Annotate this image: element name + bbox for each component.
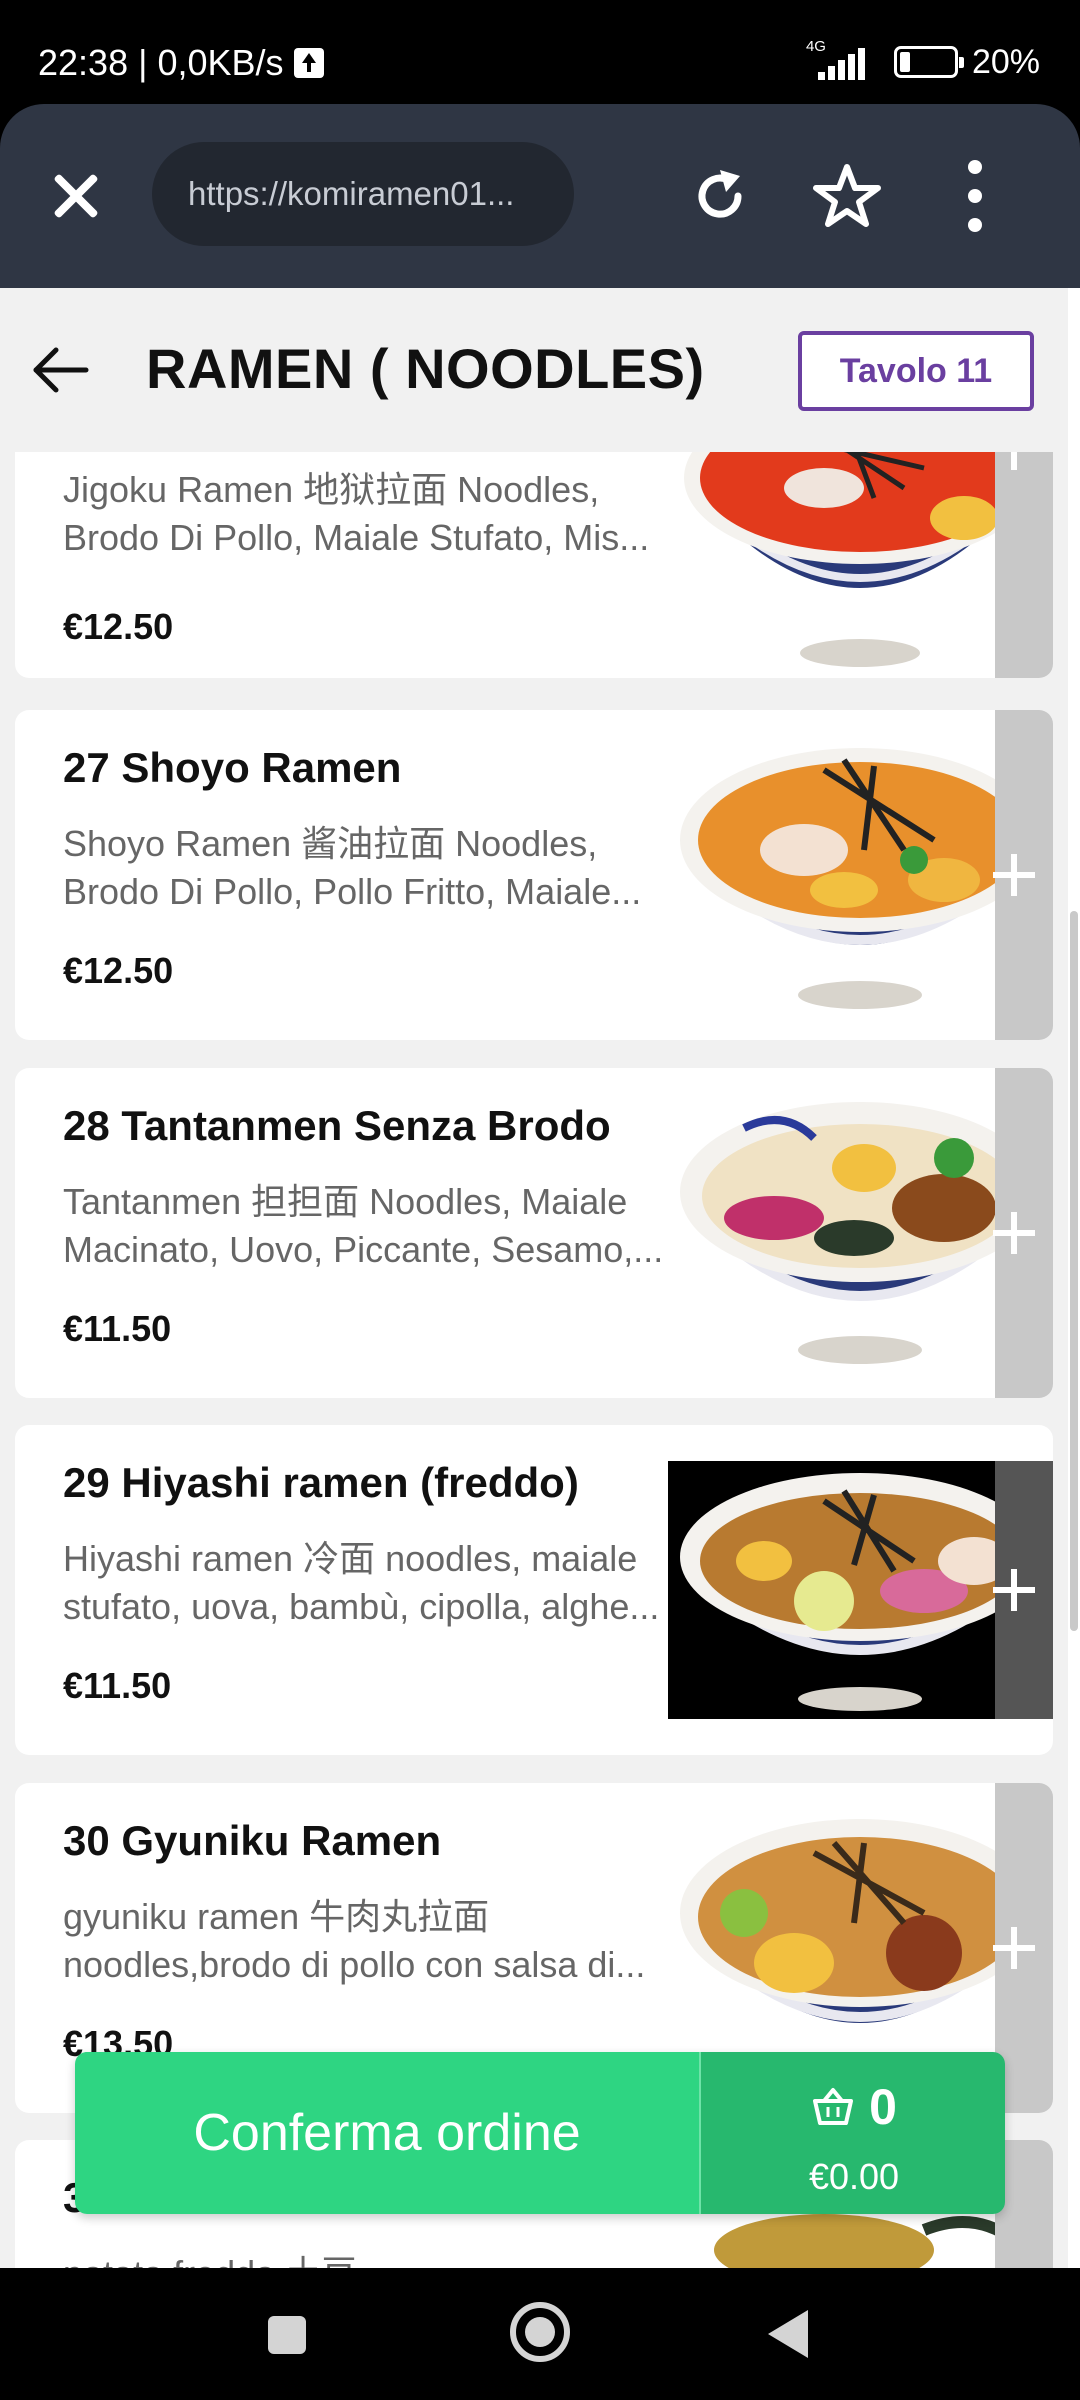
- plus-icon[interactable]: [989, 850, 1039, 900]
- cart-total: €0.00: [808, 2156, 900, 2197]
- plus-icon[interactable]: [989, 1923, 1039, 1973]
- item-name: 27 Shoyo Ramen: [63, 744, 402, 791]
- close-icon[interactable]: [44, 164, 108, 228]
- plus-icon[interactable]: [989, 452, 1039, 474]
- item-image: [668, 2210, 1050, 2268]
- order-bar: Conferma ordine 0 €0.00: [75, 2052, 1005, 2214]
- item-price: €11.50: [63, 1308, 172, 1349]
- item-image: [668, 452, 1050, 678]
- reload-icon[interactable]: [688, 164, 752, 228]
- plus-icon[interactable]: [989, 1565, 1039, 1615]
- scrollbar[interactable]: [1070, 911, 1078, 1631]
- item-description: gyuniku ramen 牛肉丸拉面 noodles,brodo di pol…: [63, 1896, 646, 1985]
- battery-icon: [893, 46, 964, 78]
- signal-icon: 4G: [806, 38, 880, 82]
- back-icon[interactable]: [768, 2310, 808, 2358]
- browser-toolbar: https://komiramen01...: [0, 104, 1080, 288]
- item-price: €11.50: [63, 1665, 172, 1706]
- battery-percent: 20%: [971, 42, 1040, 81]
- item-description: Hiyashi ramen 冷面 noodles, maiale stufato…: [63, 1538, 660, 1627]
- item-name: 29 Hiyashi ramen (freddo): [63, 1459, 579, 1506]
- system-nav-bar: [0, 2268, 1080, 2400]
- add-column[interactable]: [995, 452, 1053, 678]
- item-description: Jigoku Ramen 地狱拉面 Noodles, Brodo Di Poll…: [63, 469, 650, 558]
- battery-level: [899, 52, 910, 72]
- table-badge[interactable]: Tavolo 11: [798, 331, 1034, 411]
- menu-item-card[interactable]: 28 Tantanmen Senza Brodo Tantanmen 担担面 N…: [15, 1068, 1053, 1398]
- menu-item-card[interactable]: 29 Hiyashi ramen (freddo) Hiyashi ramen …: [15, 1425, 1053, 1755]
- menu-item-card[interactable]: Jigoku Ramen 地狱拉面 Noodles, Brodo Di Poll…: [15, 452, 1053, 678]
- basket-icon: [813, 2088, 854, 2125]
- back-arrow-icon[interactable]: [28, 338, 92, 402]
- page-title: RAMEN ( NOODLES): [146, 337, 705, 400]
- item-name: 28 Tantanmen Senza Brodo: [63, 1102, 611, 1149]
- recents-icon[interactable]: [268, 2316, 306, 2354]
- cart-summary[interactable]: 0 €0.00: [699, 2052, 1005, 2214]
- menu-page: RAMEN ( NOODLES) Tavolo 11 Jigoku Ramen …: [0, 288, 1080, 2268]
- home-icon[interactable]: [510, 2302, 570, 2362]
- menu-item-card[interactable]: 27 Shoyo Ramen Shoyo Ramen 酱油拉面 Noodles,…: [15, 710, 1053, 1040]
- item-price: €12.50: [63, 950, 174, 991]
- upload-icon: [293, 48, 324, 78]
- menu-list[interactable]: Jigoku Ramen 地狱拉面 Noodles, Brodo Di Poll…: [0, 452, 1068, 2268]
- item-price: €12.50: [63, 606, 174, 647]
- item-description: Tantanmen 担担面 Noodles, Maiale Macinato, …: [63, 1181, 664, 1270]
- star-icon[interactable]: [812, 162, 882, 230]
- ramen-bowl-image: [684, 452, 1036, 667]
- url-field[interactable]: https://komiramen01...: [152, 142, 574, 246]
- item-name: 30 Gyuniku Ramen: [63, 1817, 442, 1864]
- more-vert-icon[interactable]: [958, 160, 992, 232]
- item-description: Shoyo Ramen 酱油拉面 Noodles, Brodo Di Pollo…: [63, 823, 642, 912]
- cart-count: 0: [869, 2079, 897, 2135]
- status-bar: 22:38 | 0,0KB/s 4G 20%: [0, 0, 1080, 104]
- confirm-order-button[interactable]: Conferma ordine: [75, 2052, 699, 2214]
- patata-image: [714, 2214, 1018, 2268]
- plus-icon[interactable]: [989, 1208, 1039, 1258]
- category-header: RAMEN ( NOODLES) Tavolo 11: [0, 288, 1068, 452]
- item-description: patata fredda 土豆: [63, 2250, 685, 2268]
- status-time-speed: 22:38 | 0,0KB/s: [38, 42, 284, 83]
